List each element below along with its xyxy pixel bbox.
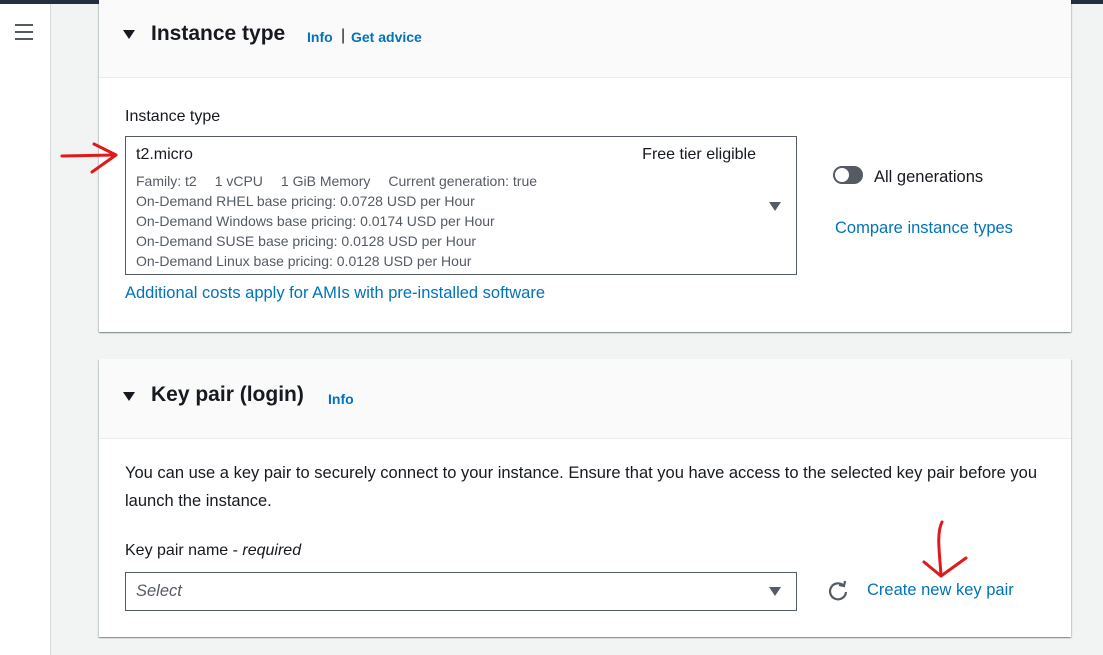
instance-specs: Family: t2 1 vCPU 1 GiB Memory Current gene… [136, 173, 555, 189]
create-new-key-pair-link[interactable]: Create new key pair [867, 581, 1014, 600]
all-generations-label: All generations [874, 168, 984, 186]
key-pair-panel-header: Key pair (login) Info [99, 359, 1071, 439]
get-advice-link[interactable]: Get advice [351, 29, 422, 45]
compare-instance-types-link[interactable]: Compare instance types [835, 219, 1013, 238]
instance-type-title: Instance type [151, 22, 286, 45]
required-marker: required [242, 542, 302, 559]
additional-costs-link[interactable]: Additional costs apply for AMIs with pre… [125, 284, 545, 303]
toggle-knob [835, 168, 849, 182]
key-pair-title: Key pair (login) [151, 383, 304, 406]
key-pair-name-label: Key pair name - required [125, 542, 301, 560]
refresh-icon[interactable] [827, 580, 849, 602]
key-pair-description: You can use a key pair to securely conne… [125, 464, 1038, 510]
hamburger-menu-icon[interactable] [15, 24, 35, 40]
annotation-arrow-down-icon [922, 520, 968, 578]
key-pair-select-placeholder: Select [136, 582, 182, 600]
instance-generation: Current generation: true [388, 173, 538, 189]
key-pair-panel: Key pair (login) Info You can use a key … [99, 359, 1071, 637]
key-pair-name-label-text: Key pair name - [125, 542, 243, 559]
pricing-rhel: On-Demand RHEL base pricing: 0.0728 USD … [136, 193, 475, 209]
pricing-linux: On-Demand Linux base pricing: 0.0128 USD… [136, 253, 472, 269]
instance-vcpu: 1 vCPU [214, 173, 263, 189]
pricing-suse: On-Demand SUSE base pricing: 0.0128 USD … [136, 233, 477, 249]
instance-type-field-label: Instance type [125, 108, 221, 125]
collapse-caret-icon[interactable] [123, 30, 135, 39]
key-pair-info-link[interactable]: Info [328, 391, 354, 407]
instance-family: Family: t2 [136, 173, 197, 189]
instance-type-panel-header: Instance type Info | Get advice [99, 0, 1071, 78]
instance-type-panel: Instance type Info | Get advice Instance… [99, 0, 1071, 332]
instance-memory: 1 GiB Memory [280, 173, 371, 189]
annotation-arrow-right-icon [60, 142, 118, 174]
all-generations-toggle[interactable] [833, 166, 863, 184]
free-tier-badge: Free tier eligible [642, 146, 756, 163]
collapse-caret-icon[interactable] [123, 392, 135, 401]
instance-type-info-link[interactable]: Info [307, 29, 333, 45]
key-pair-select[interactable]: Select [125, 572, 797, 611]
pricing-windows: On-Demand Windows base pricing: 0.0174 U… [136, 213, 495, 229]
dropdown-arrow-icon[interactable] [769, 202, 781, 211]
dropdown-arrow-icon[interactable] [769, 587, 781, 596]
instance-type-select[interactable]: t2.micro Free tier eligible Family: t2 1 … [125, 136, 797, 275]
instance-type-name: t2.micro [136, 146, 193, 163]
side-navigation [0, 4, 51, 655]
link-separator: | [341, 27, 346, 44]
